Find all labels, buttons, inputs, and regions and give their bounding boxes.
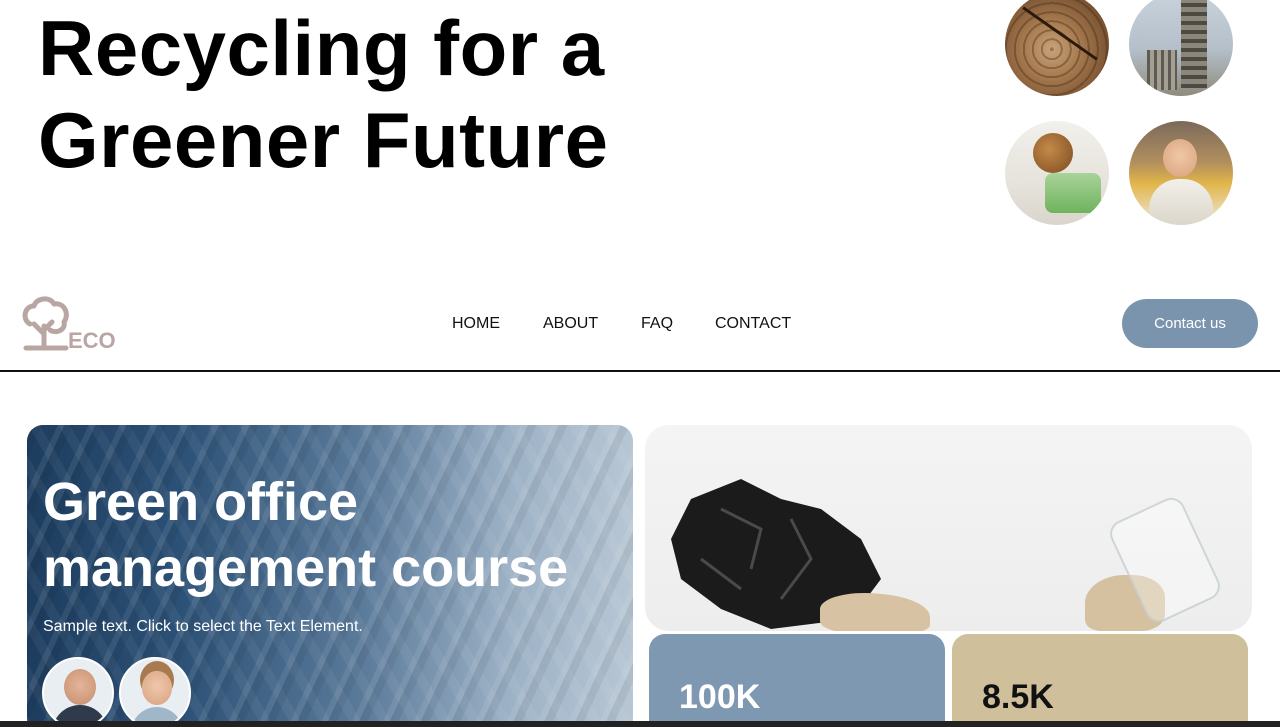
factory-image <box>1129 0 1233 96</box>
bottom-bar <box>0 721 1280 727</box>
course-title: Green office management course <box>43 469 623 601</box>
nav-home[interactable]: HOME <box>452 314 500 334</box>
nav-about[interactable]: ABOUT <box>543 314 598 334</box>
hero-title-line1: Recycling for a <box>38 4 605 92</box>
wood-stump-image <box>1005 0 1109 96</box>
stat-value-1: 100K <box>679 678 761 716</box>
stat-value-2: 8.5K <box>982 678 1054 716</box>
course-card[interactable]: Green office management course Sample te… <box>27 425 633 727</box>
course-title-line2: management course <box>43 538 569 598</box>
eco-logo[interactable]: ECO <box>20 296 130 354</box>
stat-card-1: 100K <box>649 634 945 727</box>
woman-recycling-image <box>1129 121 1233 225</box>
course-description[interactable]: Sample text. Click to select the Text El… <box>43 618 363 636</box>
crumpled-paper-1 <box>820 593 930 631</box>
tree-icon: ECO <box>22 296 116 353</box>
logo-text: ECO <box>68 328 116 353</box>
hero-title: Recycling for a Greener Future <box>38 2 738 186</box>
nav-contact[interactable]: CONTACT <box>715 314 791 334</box>
stat-card-2: 8.5K <box>952 634 1248 727</box>
contact-us-button[interactable]: Contact us <box>1122 299 1258 348</box>
course-title-line1: Green office <box>43 472 359 532</box>
man-with-glasses-avatar <box>42 657 114 727</box>
smiling-woman-avatar <box>119 657 191 727</box>
nav-divider <box>0 370 1280 372</box>
hero-title-line2: Greener Future <box>38 96 609 184</box>
trash-photo-card <box>645 425 1252 631</box>
recycled-items-image <box>1005 121 1109 225</box>
nav-faq[interactable]: FAQ <box>641 314 673 334</box>
